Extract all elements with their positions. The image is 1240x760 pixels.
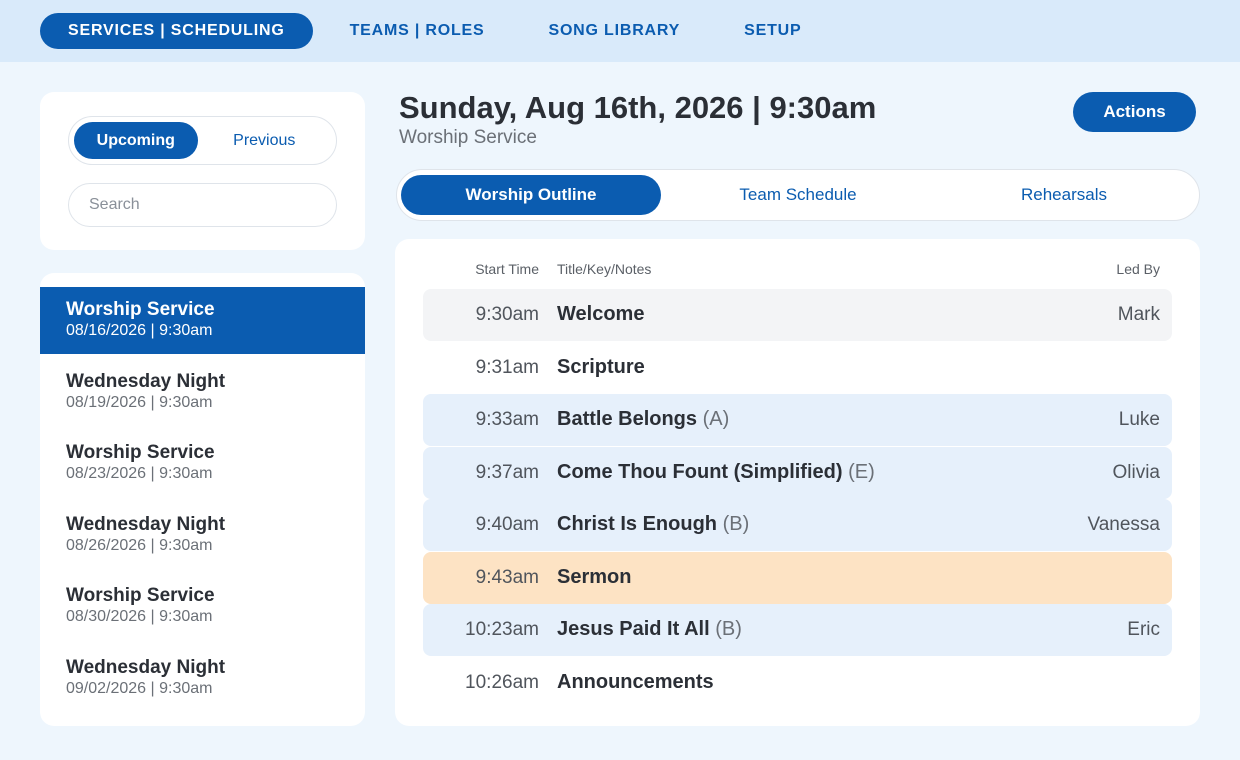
service-date: 08/23/2026 | 9:30am <box>66 465 213 482</box>
row-title: Scripture <box>557 356 645 378</box>
row-title: Sermon <box>557 566 632 588</box>
service-list-item[interactable]: Worship Service 08/16/2026 | 9:30am <box>40 287 365 354</box>
outline-row[interactable]: 9:31am Scripture <box>423 342 1172 394</box>
actions-button[interactable]: Actions <box>1073 92 1196 132</box>
row-start-time: 9:40am <box>475 514 539 535</box>
outline-row[interactable]: 9:33am Battle Belongs (A) Luke <box>423 394 1172 446</box>
top-nav: SERVICES | SCHEDULING TEAMS | ROLES SONG… <box>0 0 1240 62</box>
column-header-led-by: Led By <box>1116 261 1160 277</box>
service-name: Wednesday Night <box>66 657 226 678</box>
row-title: Battle Belongs <box>557 408 698 430</box>
upcoming-previous-toggle: Upcoming Previous <box>68 116 337 165</box>
nav-services-scheduling[interactable]: SERVICES | SCHEDULING <box>40 13 313 49</box>
outline-row[interactable]: 9:37am Come Thou Fount (Simplified) (E) … <box>423 447 1172 499</box>
row-led-by: Olivia <box>1112 462 1160 483</box>
row-led-by: Eric <box>1127 619 1160 640</box>
row-led-by: Vanessa <box>1087 514 1160 535</box>
upcoming-button[interactable]: Upcoming <box>74 122 198 159</box>
filter-panel: Upcoming Previous <box>40 92 365 250</box>
worship-outline-table: Start Time Title/Key/Notes Led By 9:30am… <box>395 239 1200 726</box>
row-led-by: Luke <box>1118 409 1160 430</box>
page-subtitle: Worship Service <box>399 127 537 148</box>
row-start-time: 9:37am <box>475 462 539 483</box>
row-title: Christ Is Enough <box>557 513 717 535</box>
row-start-time: 10:23am <box>465 619 539 640</box>
service-date: 08/30/2026 | 9:30am <box>66 608 213 625</box>
outline-row[interactable]: 9:30am Welcome Mark <box>423 289 1172 341</box>
service-tabs: Worship Outline Team Schedule Rehearsals <box>396 169 1200 221</box>
service-name: Worship Service <box>66 442 215 463</box>
search-input[interactable] <box>68 183 337 227</box>
row-start-time: 9:33am <box>475 409 539 430</box>
nav-song-library[interactable]: SONG LIBRARY <box>548 13 680 49</box>
service-date: 08/26/2026 | 9:30am <box>66 537 213 554</box>
tab-worship-outline[interactable]: Worship Outline <box>401 175 661 215</box>
tab-team-schedule[interactable]: Team Schedule <box>667 175 929 215</box>
row-key: (E) <box>848 461 875 483</box>
service-list-item[interactable]: Wednesday Night 09/02/2026 | 9:30am <box>40 645 365 712</box>
row-start-time: 9:43am <box>475 567 539 588</box>
service-list-item[interactable]: Worship Service 08/23/2026 | 9:30am <box>40 430 365 497</box>
outline-row[interactable]: 9:43am Sermon <box>423 552 1172 604</box>
column-header-title: Title/Key/Notes <box>557 261 652 277</box>
nav-setup[interactable]: SETUP <box>744 13 801 49</box>
service-list: Worship Service 08/16/2026 | 9:30am Wedn… <box>40 273 365 726</box>
service-list-item[interactable]: Wednesday Night 08/26/2026 | 9:30am <box>40 502 365 569</box>
row-key: (B) <box>715 618 742 640</box>
row-title: Welcome <box>557 303 645 325</box>
row-title: Come Thou Fount (Simplified) <box>557 461 843 483</box>
row-key: (A) <box>702 408 730 430</box>
outline-row[interactable]: 9:40am Christ Is Enough (B) Vanessa <box>423 499 1172 551</box>
previous-button[interactable]: Previous <box>198 122 331 159</box>
service-date: 08/19/2026 | 9:30am <box>66 394 213 411</box>
nav-teams-roles[interactable]: TEAMS | ROLES <box>350 13 485 49</box>
service-date: 09/02/2026 | 9:30am <box>66 680 213 697</box>
page-title: Sunday, Aug 16th, 2026 | 9:30am <box>399 90 877 125</box>
row-led-by: Mark <box>1117 304 1160 325</box>
outline-row[interactable]: 10:23am Jesus Paid It All (B) Eric <box>423 604 1172 656</box>
tab-rehearsals[interactable]: Rehearsals <box>933 175 1195 215</box>
outline-row[interactable]: 10:26am Announcements <box>423 657 1172 709</box>
row-key: (B) <box>722 513 750 535</box>
row-start-time: 9:31am <box>475 357 539 378</box>
row-start-time: 10:26am <box>465 672 539 693</box>
service-name: Worship Service <box>66 585 215 606</box>
service-date: 08/16/2026 | 9:30am <box>66 322 213 339</box>
service-name: Worship Service <box>66 299 215 320</box>
service-list-item[interactable]: Wednesday Night 08/19/2026 | 9:30am <box>40 359 365 426</box>
service-list-item[interactable]: Worship Service 08/30/2026 | 9:30am <box>40 573 365 640</box>
row-start-time: 9:30am <box>475 304 539 325</box>
row-title: Announcements <box>557 671 714 693</box>
service-name: Wednesday Night <box>66 514 226 535</box>
row-title: Jesus Paid It All <box>557 618 710 640</box>
column-header-start-time: Start Time <box>475 261 539 277</box>
service-name: Wednesday Night <box>66 371 226 392</box>
